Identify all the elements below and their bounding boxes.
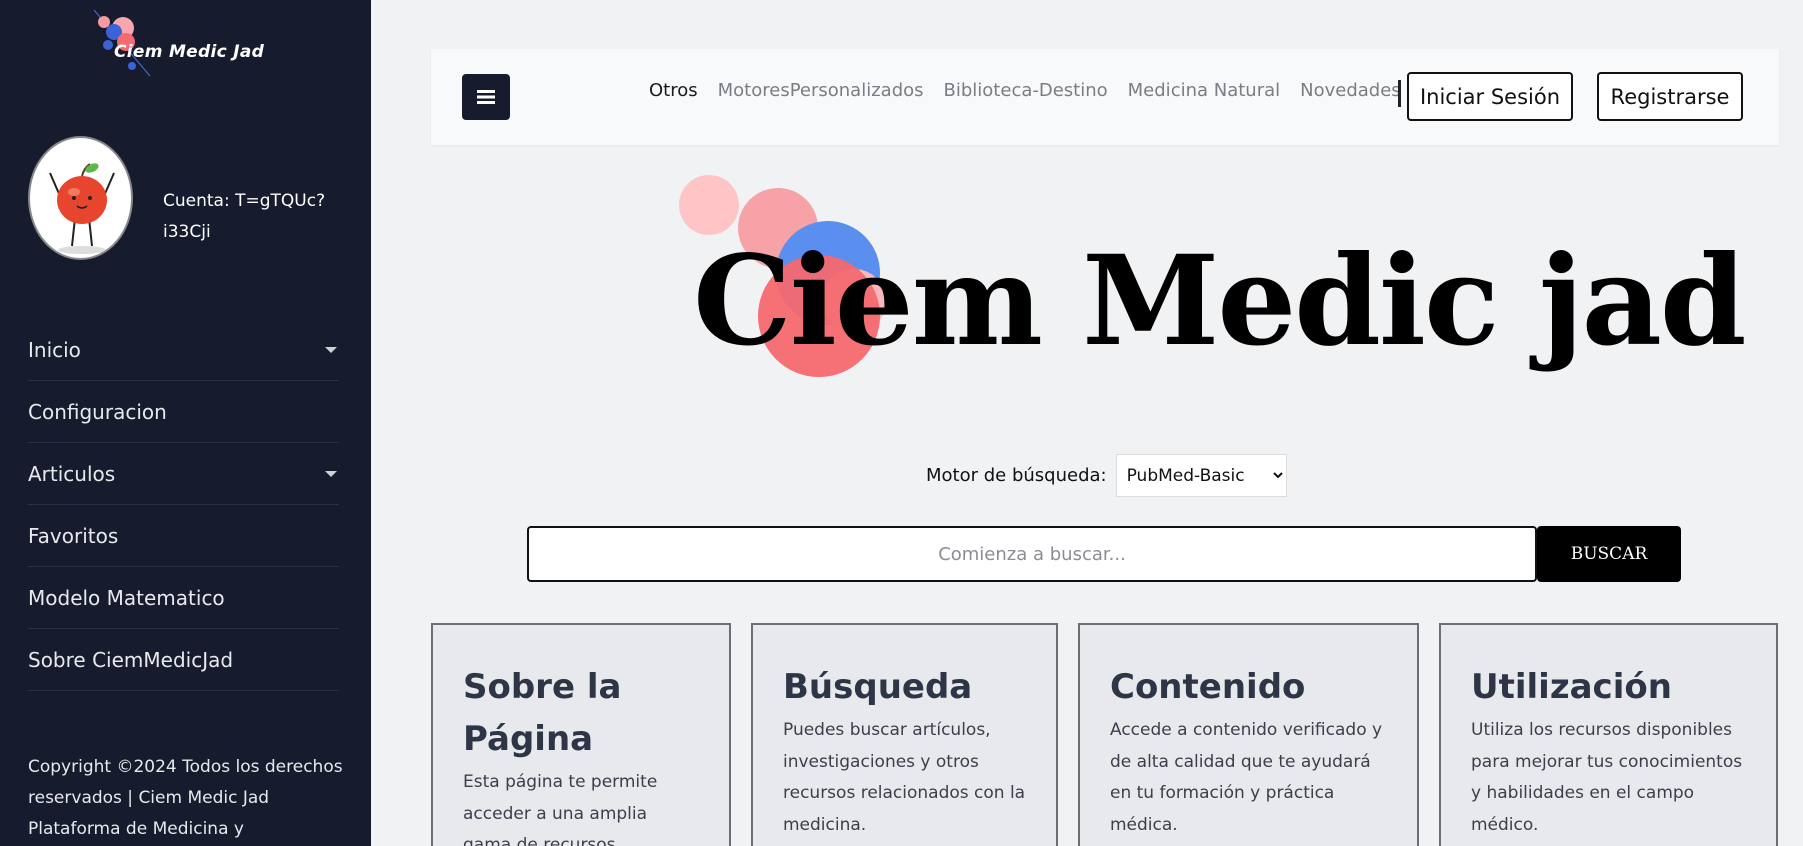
sidebar-item-modelo-matematico[interactable]: Modelo Matematico xyxy=(28,567,339,629)
avatar[interactable] xyxy=(28,136,133,260)
nav-link-medicina-natural[interactable]: Medicina Natural xyxy=(1128,80,1280,101)
account-label: Cuenta: T=gTQUc?i33Cji xyxy=(163,191,326,242)
info-card-sobre: Sobre la Página Esta página te permite a… xyxy=(431,623,731,846)
sidebar: Ciem Medic Jad Cuenta: T=gTQUc?i33Cji In… xyxy=(0,0,371,846)
login-button[interactable]: Iniciar Sesión xyxy=(1407,72,1573,121)
copyright-text: Copyright ©2024 Todos los derechos reser… xyxy=(28,757,343,839)
card-title: Utilización xyxy=(1471,667,1672,707)
search-engine-row: Motor de búsqueda: PubMed-Basic xyxy=(926,454,1287,497)
top-navbar: Otros MotoresPersonalizados Biblioteca-D… xyxy=(431,49,1779,145)
info-card-busqueda: Búsqueda Puedes buscar artículos, invest… xyxy=(751,623,1058,846)
info-card-contenido: Contenido Accede a contenido verificado … xyxy=(1078,623,1419,846)
sidebar-item-inicio[interactable]: Inicio xyxy=(28,319,339,381)
sidebar-item-label: Inicio xyxy=(28,337,81,362)
card-text: Accede a contenido verificado y de alta … xyxy=(1110,720,1383,835)
card-title: Sobre la Página xyxy=(463,667,622,759)
sidebar-item-favoritos[interactable]: Favoritos xyxy=(28,505,339,567)
sidebar-nav: Inicio Configuracion Articulos Favoritos… xyxy=(28,319,339,691)
search-engine-select[interactable]: PubMed-Basic xyxy=(1115,454,1287,497)
nav-link-otros[interactable]: Otros xyxy=(649,80,698,101)
sidebar-item-articulos[interactable]: Articulos xyxy=(28,443,339,505)
caret-down-icon xyxy=(325,346,337,353)
logo-text: Ciem Medic Jad xyxy=(114,42,265,62)
card-title: Búsqueda xyxy=(783,667,973,707)
card-title: Contenido xyxy=(1110,667,1306,707)
menu-toggle-button[interactable] xyxy=(462,74,510,120)
card-text: Esta página te permite acceder a una amp… xyxy=(463,772,658,846)
register-button[interactable]: Registrarse xyxy=(1597,72,1743,121)
info-card-utilizacion: Utilización Utiliza los recursos disponi… xyxy=(1439,623,1778,846)
search-engine-label: Motor de búsqueda: xyxy=(926,465,1107,486)
card-text: Puedes buscar artículos, investigaciones… xyxy=(783,720,1026,835)
hero-title: Ciem Medic jad xyxy=(693,229,1747,374)
sidebar-item-label: Configuracion xyxy=(28,399,167,424)
caret-down-icon xyxy=(325,470,337,477)
nav-link-biblioteca[interactable]: Biblioteca-Destino xyxy=(944,80,1108,101)
header-links: Otros MotoresPersonalizados Biblioteca-D… xyxy=(649,80,1401,101)
card-text: Utiliza los recursos disponibles para me… xyxy=(1471,720,1743,835)
nav-link-novedades[interactable]: Novedades xyxy=(1300,80,1401,101)
sidebar-item-label: Modelo Matematico xyxy=(28,585,225,610)
nav-divider xyxy=(1398,80,1401,107)
search-button[interactable]: BUSCAR xyxy=(1537,526,1681,582)
logo[interactable]: Ciem Medic Jad xyxy=(90,8,290,78)
sidebar-item-label: Sobre CiemMedicJad xyxy=(28,647,234,672)
sidebar-item-sobre[interactable]: Sobre CiemMedicJad xyxy=(28,629,339,691)
sidebar-item-label: Favoritos xyxy=(28,523,119,548)
sidebar-item-label: Articulos xyxy=(28,461,116,486)
hamburger-icon xyxy=(477,90,495,104)
search-input[interactable] xyxy=(527,526,1537,582)
apple-mascot-icon xyxy=(49,163,115,254)
sidebar-item-configuracion[interactable]: Configuracion xyxy=(28,381,339,443)
nav-link-motores[interactable]: MotoresPersonalizados xyxy=(718,80,924,101)
